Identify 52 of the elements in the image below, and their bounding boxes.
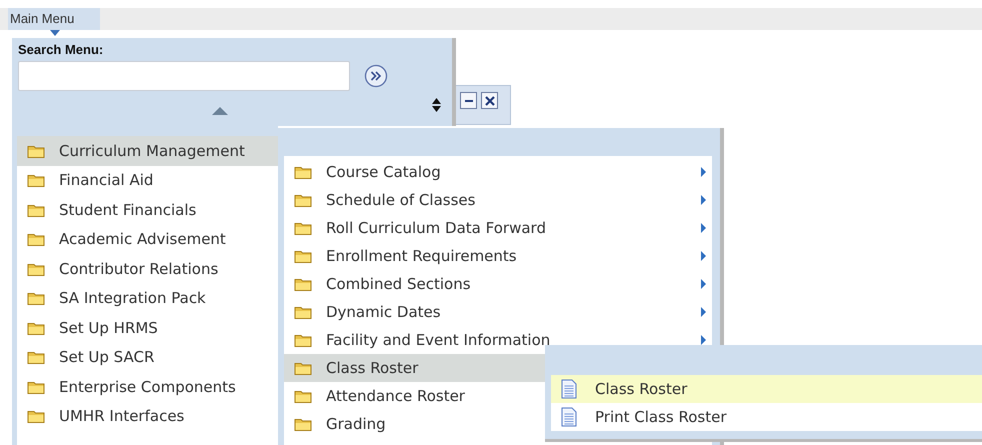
folder-icon xyxy=(27,144,45,158)
menu-item[interactable]: SA Integration Pack xyxy=(17,284,278,313)
folder-icon xyxy=(294,249,312,263)
document-icon xyxy=(561,407,577,427)
folder-icon xyxy=(294,165,312,179)
folder-icon xyxy=(294,277,312,291)
folder-icon xyxy=(294,417,312,431)
folder-icon xyxy=(294,333,312,347)
menu-item[interactable]: Student Financials xyxy=(17,195,278,224)
menu-item[interactable]: Schedule of Classes xyxy=(284,186,712,214)
menu-item[interactable]: Enrollment Requirements xyxy=(284,242,712,270)
menu-item[interactable]: Set Up SACR xyxy=(17,342,278,372)
menu-item[interactable]: Academic Advisement xyxy=(17,224,278,254)
folder-icon xyxy=(294,389,312,403)
folder-icon xyxy=(27,291,45,306)
scroll-up-icon[interactable] xyxy=(212,107,228,115)
folder-icon xyxy=(27,173,45,188)
menu-item[interactable]: Print Class Roster xyxy=(551,403,982,431)
menu-item[interactable]: Class Roster xyxy=(284,354,545,382)
folder-icon xyxy=(27,380,45,394)
folder-icon xyxy=(27,262,45,276)
folder-icon xyxy=(27,350,45,364)
folder-icon xyxy=(27,232,45,246)
folder-icon xyxy=(294,361,312,375)
menu-item[interactable]: Contributor Relations xyxy=(17,254,278,284)
main-menu-tab[interactable]: Main Menu xyxy=(8,8,100,30)
folder-icon xyxy=(294,221,312,235)
menu-item[interactable]: Attendance Roster xyxy=(284,382,545,410)
menu-item[interactable]: Combined Sections xyxy=(284,270,712,298)
menu-item[interactable]: UMHR Interfaces xyxy=(17,402,278,431)
go-button[interactable] xyxy=(364,64,388,88)
menu-item[interactable]: Grading xyxy=(284,410,545,438)
menu-item[interactable]: Set Up HRMS xyxy=(17,313,278,342)
menu-item[interactable]: Curriculum Management xyxy=(17,136,278,166)
close-icon xyxy=(484,96,494,106)
menu-item[interactable]: Class Roster xyxy=(551,375,982,403)
menu-item[interactable]: Course Catalog xyxy=(284,158,712,186)
folder-icon xyxy=(27,320,45,335)
folder-icon xyxy=(27,409,45,424)
sort-icon[interactable] xyxy=(432,98,441,112)
folder-icon xyxy=(294,193,312,207)
close-button[interactable] xyxy=(481,92,498,109)
menu-item[interactable]: Financial Aid xyxy=(17,166,278,195)
menu-item[interactable]: Dynamic Dates xyxy=(284,298,712,326)
folder-icon xyxy=(294,305,312,319)
menu-item[interactable]: Roll Curriculum Data Forward xyxy=(284,214,712,242)
search-label: Search Menu: xyxy=(18,42,104,57)
folder-icon xyxy=(27,202,45,217)
minimize-button[interactable] xyxy=(460,92,477,109)
search-field[interactable] xyxy=(18,61,350,91)
menu-item[interactable]: Enterprise Components xyxy=(17,372,278,402)
document-icon xyxy=(561,379,577,399)
